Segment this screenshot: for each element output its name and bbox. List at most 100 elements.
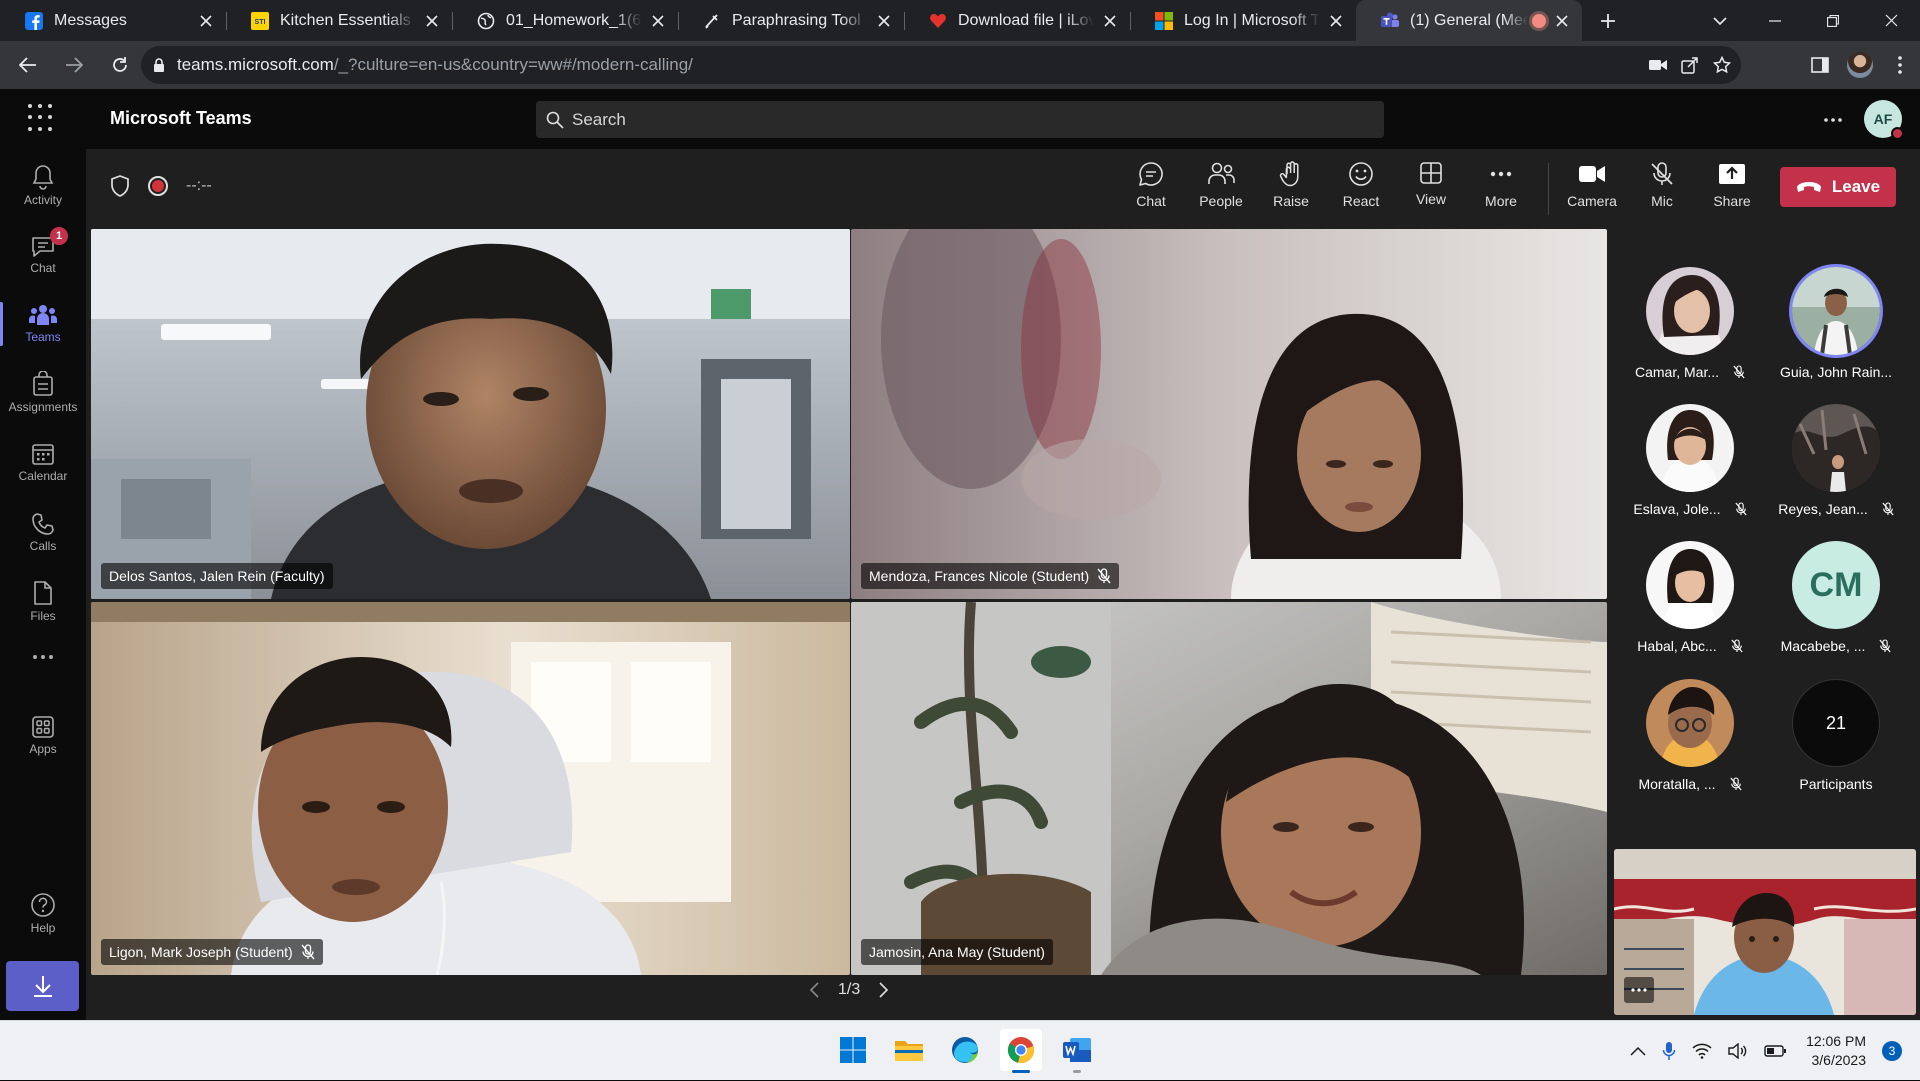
roster-participant[interactable]: Eslava, Jole...: [1620, 404, 1760, 534]
rail-item-activity[interactable]: Activity: [0, 154, 86, 216]
roster-participant[interactable]: Guia, John Rain...: [1766, 267, 1906, 397]
people-button[interactable]: People: [1189, 161, 1253, 221]
share-screen-button[interactable]: Share: [1700, 161, 1764, 221]
browser-tab[interactable]: Log In | Microsoft Tea: [1130, 0, 1356, 41]
camera-toggle-button[interactable]: Camera: [1560, 161, 1624, 221]
kebab-menu-icon: [1898, 56, 1902, 74]
browser-menu-button[interactable]: [1880, 45, 1920, 85]
gallery-pager: 1/3: [810, 981, 889, 999]
roster-participant[interactable]: Moratalla, ...: [1620, 679, 1760, 809]
search-box[interactable]: [536, 101, 1384, 138]
download-app-button[interactable]: [6, 961, 79, 1011]
close-icon[interactable]: [1326, 11, 1346, 31]
browser-tab[interactable]: 01_Homework_1(6).pd: [452, 0, 678, 41]
rail-item-calendar[interactable]: Calendar: [0, 431, 86, 493]
word-button[interactable]: [1056, 1029, 1098, 1073]
rail-item-calls[interactable]: Calls: [0, 501, 86, 563]
browser-tab[interactable]: STI Kitchen Essentials and: [226, 0, 452, 41]
roster-participant[interactable]: Habal, Abc...: [1620, 541, 1760, 671]
roster-participant[interactable]: Reyes, Jean...: [1766, 404, 1906, 534]
profile-avatar-button[interactable]: [1840, 45, 1880, 85]
rail-item-apps[interactable]: Apps: [0, 704, 86, 766]
close-icon[interactable]: [874, 11, 894, 31]
rail-item-assignments[interactable]: Assignments: [0, 361, 86, 423]
file-explorer-button[interactable]: [888, 1029, 930, 1071]
view-button[interactable]: View: [1399, 161, 1463, 221]
calendar-icon: [32, 443, 54, 465]
rail-item-files[interactable]: Files: [0, 570, 86, 632]
browser-tab-active[interactable]: (1) General (Meet: [1356, 0, 1582, 41]
lock-icon[interactable]: [153, 57, 165, 73]
chevron-left-icon[interactable]: [810, 982, 820, 998]
minimize-button[interactable]: [1746, 0, 1804, 41]
apps-icon: [32, 715, 54, 738]
side-panel-button[interactable]: [1800, 45, 1840, 85]
windows-start-button[interactable]: [832, 1029, 874, 1071]
participant-video: [851, 602, 1607, 975]
teams-header: Microsoft Teams AF: [0, 89, 1920, 149]
forward-button[interactable]: [54, 45, 94, 85]
share-screen-icon: [1719, 164, 1745, 184]
chat-button[interactable]: Chat: [1119, 161, 1183, 221]
rail-label: Files: [30, 608, 56, 623]
raise-hand-button[interactable]: Raise: [1259, 161, 1323, 221]
close-icon[interactable]: [648, 11, 668, 31]
react-button[interactable]: React: [1329, 161, 1393, 221]
smiley-icon: [1349, 162, 1373, 186]
more-actions-button[interactable]: More: [1469, 161, 1533, 221]
battery-icon[interactable]: [1764, 1045, 1787, 1057]
participant-name-label: Mendoza, Frances Nicole (Student): [861, 563, 1120, 589]
reload-button[interactable]: [100, 45, 140, 85]
wifi-icon[interactable]: [1692, 1043, 1712, 1059]
close-icon[interactable]: [196, 11, 216, 31]
participants-count-button[interactable]: 21 Participants: [1766, 679, 1906, 809]
video-tile[interactable]: Mendoza, Frances Nicole (Student): [851, 229, 1607, 599]
video-tile[interactable]: Delos Santos, Jalen Rein (Faculty): [91, 229, 850, 599]
video-tile[interactable]: Ligon, Mark Joseph (Student): [91, 602, 850, 975]
chrome-button[interactable]: [1000, 1029, 1042, 1073]
self-view-more-icon[interactable]: [1624, 977, 1654, 1003]
plus-icon: [1601, 13, 1615, 28]
restore-button[interactable]: [1804, 0, 1862, 41]
mic-toggle-button[interactable]: Mic: [1630, 161, 1694, 221]
share-page-icon[interactable]: [1681, 56, 1699, 74]
app-launcher-icon[interactable]: [28, 104, 58, 134]
roster-participant[interactable]: CM Macabebe, ...: [1766, 541, 1906, 671]
notification-badge[interactable]: 3: [1882, 1041, 1902, 1061]
chevron-up-icon[interactable]: [1630, 1046, 1646, 1056]
volume-icon[interactable]: [1728, 1043, 1748, 1059]
bookmark-star-icon[interactable]: [1713, 56, 1731, 74]
rail-item-more-apps[interactable]: [0, 633, 86, 683]
browser-tab[interactable]: Download file | iLoveP: [904, 0, 1130, 41]
microphone-icon[interactable]: [1662, 1041, 1676, 1061]
address-bar[interactable]: teams.microsoft.com/_?culture=en-us&coun…: [141, 46, 1741, 84]
self-view-video[interactable]: [1614, 849, 1916, 1015]
rail-item-teams[interactable]: Teams: [0, 292, 86, 354]
chevron-right-icon[interactable]: [878, 982, 889, 998]
roster-participant[interactable]: Camar, Mar...: [1620, 267, 1760, 397]
close-icon[interactable]: [422, 11, 442, 31]
settings-more-button[interactable]: [1818, 105, 1848, 135]
shield-icon[interactable]: [110, 175, 130, 197]
video-tile[interactable]: Jamosin, Ana May (Student): [851, 602, 1607, 975]
rail-item-help[interactable]: Help: [0, 882, 86, 944]
camera-in-use-icon[interactable]: [1649, 59, 1667, 71]
url-text: teams.microsoft.com/_?culture=en-us&coun…: [177, 55, 693, 74]
edge-button[interactable]: [944, 1029, 986, 1071]
leave-button[interactable]: Leave: [1780, 167, 1896, 207]
user-avatar[interactable]: AF: [1864, 100, 1904, 140]
rail-item-chat[interactable]: Chat 1: [0, 223, 86, 285]
close-icon[interactable]: [1552, 11, 1572, 31]
quillbot-icon: [702, 11, 722, 31]
close-icon[interactable]: [1100, 11, 1120, 31]
browser-tab[interactable]: Messages: [0, 0, 226, 41]
new-tab-button[interactable]: [1588, 0, 1628, 41]
system-clock[interactable]: 12:06 PM 3/6/2023: [1806, 1032, 1866, 1070]
tab-search-button[interactable]: [1700, 0, 1740, 41]
back-button[interactable]: [8, 45, 48, 85]
file-explorer-icon: [895, 1041, 923, 1061]
close-window-button[interactable]: [1862, 0, 1920, 41]
search-input[interactable]: [572, 109, 1332, 130]
browser-tab[interactable]: Paraphrasing Tool - Q: [678, 0, 904, 41]
rail-label: Teams: [25, 329, 61, 344]
